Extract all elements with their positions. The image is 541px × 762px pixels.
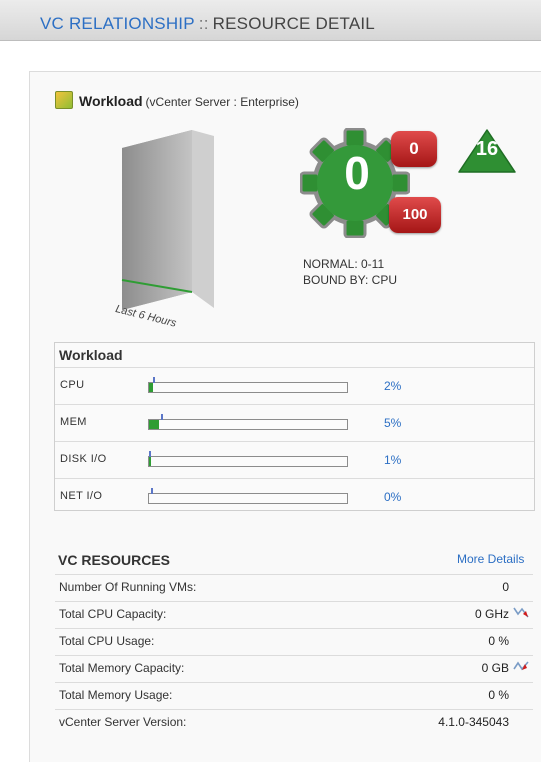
workload-label: Workload [79, 93, 143, 109]
workload-row-cpu: CPU 2% [55, 367, 534, 404]
row-value: 0 [502, 580, 509, 594]
row-value: 0 GHz [474, 607, 509, 621]
workload-score: 0 [344, 147, 370, 199]
usage-bar [148, 377, 348, 393]
workload-row-disk: DISK I/O 1% [55, 441, 534, 478]
normal-range: NORMAL: 0-11 [303, 257, 385, 271]
usage-percent: 2% [384, 379, 402, 393]
vc-row-cpu-usage: Total CPU Usage: 0 % [55, 628, 533, 651]
usage-bar [148, 451, 348, 467]
marker-tick [149, 451, 151, 457]
workload-row-mem: MEM 5% [55, 404, 534, 441]
marker-tick [151, 488, 153, 494]
vc-row-cpu-capacity: Total CPU Capacity: 0 GHz [55, 601, 533, 624]
row-label: CPU [60, 379, 85, 391]
vc-row-memory-capacity: Total Memory Capacity: 0 GB [55, 655, 533, 678]
marker-tick [161, 414, 163, 420]
row-label: MEM [60, 416, 87, 428]
usage-fill [149, 457, 151, 466]
usage-percent: 1% [384, 453, 402, 467]
row-key: Total Memory Capacity: [59, 661, 185, 675]
workload-heading: Workload (vCenter Server : Enterprise) [55, 91, 299, 109]
vc-row-version: vCenter Server Version: 4.1.0-345043 [55, 709, 533, 732]
row-value: 0 % [488, 688, 509, 702]
usage-fill [149, 383, 153, 392]
page-title: VC RELATIONSHIP:: RESOURCE DETAIL [40, 14, 375, 34]
trend-mixed-icon[interactable] [513, 659, 529, 673]
breadcrumb-link[interactable]: VC RELATIONSHIP [40, 14, 195, 33]
usage-bar [148, 488, 348, 504]
row-key: Number Of Running VMs: [59, 580, 197, 594]
workload-breakdown: Workload CPU 2% MEM 5% DISK I/O 1% NET I… [54, 342, 535, 511]
usage-percent: 5% [384, 416, 402, 430]
usage-bar [148, 414, 348, 430]
usage-fill [149, 420, 159, 429]
health-badge[interactable]: 0 [391, 131, 437, 167]
workload-row-net: NET I/O 0% [55, 478, 534, 515]
breadcrumb-current: RESOURCE DETAIL [212, 14, 375, 33]
row-key: Total CPU Usage: [59, 634, 155, 648]
vc-resources-title: VC RESOURCES [58, 552, 171, 568]
marker-tick [153, 377, 155, 383]
row-key: Total CPU Capacity: [59, 607, 167, 621]
row-value: 0 GB [481, 661, 509, 675]
vcenter-icon [55, 91, 73, 109]
row-key: Total Memory Usage: [59, 688, 173, 702]
risk-badge[interactable]: 100 [389, 197, 441, 233]
vc-row-memory-usage: Total Memory Usage: 0 % [55, 682, 533, 705]
workload-meta: NORMAL: 0-11 BOUND BY: CPU [303, 256, 397, 288]
usage-percent: 0% [384, 490, 402, 504]
row-label: DISK I/O [60, 453, 107, 465]
workload-box-title: Workload [59, 347, 123, 363]
row-value: 4.1.0-345043 [438, 715, 509, 729]
more-details-link[interactable]: More Details [457, 552, 524, 566]
vc-row-running-vms: Number Of Running VMs: 0 [55, 574, 533, 597]
bound-by: BOUND BY: CPU [303, 273, 398, 287]
efficiency-score[interactable]: 16 [457, 138, 517, 161]
workload-history-bar [121, 130, 214, 310]
row-label: NET I/O [60, 490, 103, 502]
breadcrumb-separator: :: [198, 14, 209, 33]
workload-subtitle: (vCenter Server : Enterprise) [145, 95, 299, 109]
trend-down-icon[interactable] [513, 605, 529, 619]
row-key: vCenter Server Version: [59, 715, 187, 729]
row-value: 0 % [488, 634, 509, 648]
page-header: VC RELATIONSHIP:: RESOURCE DETAIL [0, 0, 541, 41]
